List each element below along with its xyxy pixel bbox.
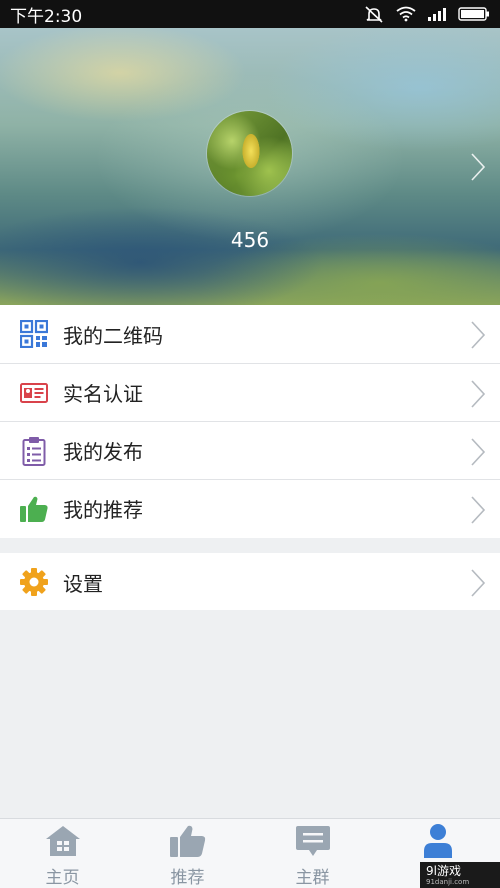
menu-item-my-recommendations[interactable]: 我的推荐 (0, 479, 500, 537)
chevron-right-icon (471, 438, 486, 466)
battery-icon (458, 7, 489, 21)
alarm-off-icon (365, 6, 383, 23)
clipboard-icon (19, 436, 49, 466)
menu-item-settings[interactable]: 设置 (0, 553, 500, 611)
menu-label: 我的推荐 (63, 498, 143, 522)
person-icon (423, 823, 453, 859)
thumbs-up-icon (19, 494, 49, 524)
wifi-icon (396, 6, 416, 22)
status-bar: 下午2:30 (0, 0, 500, 28)
qr-code-icon (19, 319, 49, 349)
id-card-icon (19, 378, 49, 408)
tab-recommend[interactable]: 推荐 (125, 819, 250, 888)
signal-icon (428, 8, 446, 21)
tab-label: 主页 (45, 868, 80, 888)
menu-label: 我的发布 (63, 440, 143, 464)
chevron-right-icon (471, 569, 486, 597)
chevron-right-icon (471, 321, 486, 349)
tab-main-group[interactable]: 主群 (250, 819, 375, 888)
menu-group-account: 我的二维码 实名认证 我的发布 我的推荐 (0, 305, 500, 538)
menu-group-settings: 设置 (0, 553, 500, 610)
menu-item-my-posts[interactable]: 我的发布 (0, 421, 500, 479)
avatar[interactable] (207, 111, 292, 196)
menu-label: 实名认证 (63, 382, 143, 406)
watermark-sub: 91danji.com (426, 878, 470, 886)
chevron-right-icon (471, 380, 486, 408)
menu-label: 我的二维码 (63, 323, 163, 348)
gear-icon (19, 567, 49, 597)
status-time: 下午2:30 (10, 6, 83, 27)
watermark: 9l游戏 91danji.com (420, 862, 500, 888)
menu-label: 设置 (63, 571, 103, 596)
menu-item-qr-code[interactable]: 我的二维码 (0, 305, 500, 363)
username: 456 (230, 228, 270, 252)
profile-header[interactable]: 456 (0, 28, 500, 305)
chat-icon (295, 823, 331, 859)
tab-label: 推荐 (170, 868, 205, 888)
chevron-right-icon (471, 496, 486, 524)
thumbs-up-icon (169, 823, 207, 859)
home-icon (44, 823, 82, 859)
tab-home[interactable]: 主页 (0, 819, 125, 888)
watermark-text: 9l游戏 (426, 864, 461, 878)
chevron-right-icon (471, 153, 486, 181)
tab-label: 主群 (295, 868, 330, 888)
status-icons (364, 5, 490, 23)
menu-item-real-name-auth[interactable]: 实名认证 (0, 363, 500, 421)
